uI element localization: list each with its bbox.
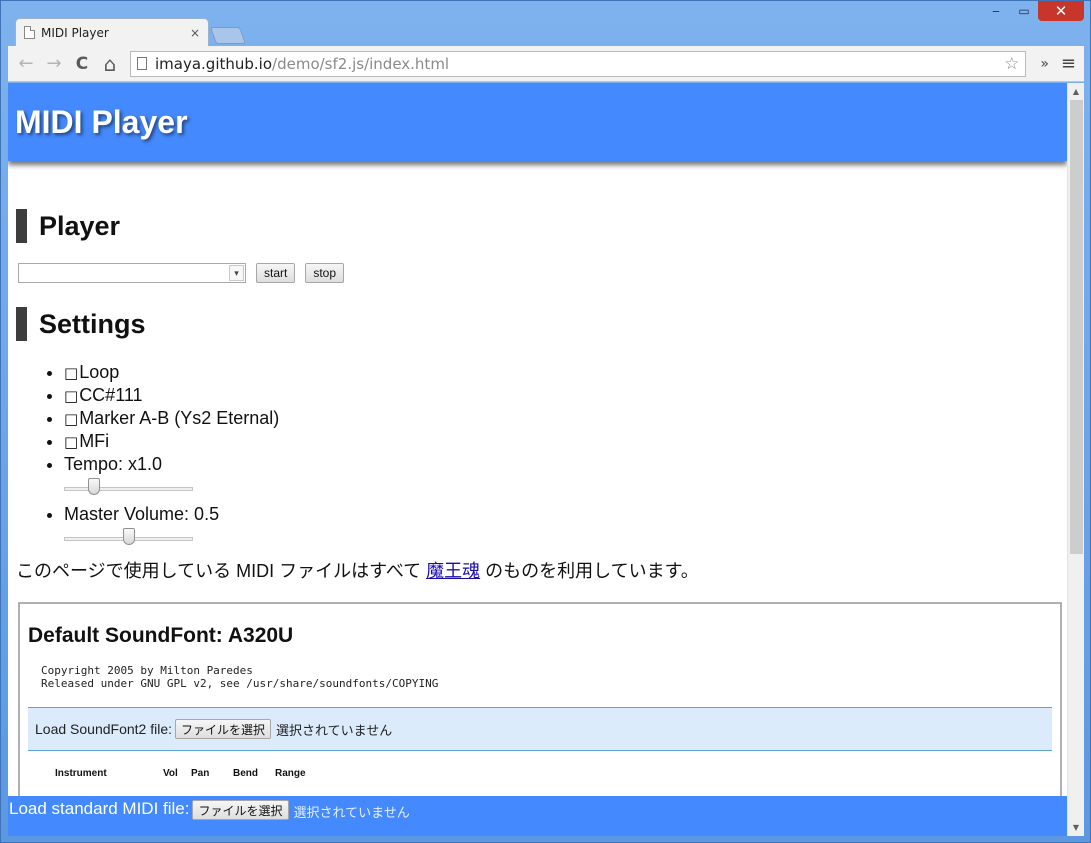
scroll-down-icon[interactable]: ▼ <box>1068 819 1084 836</box>
midi-load-bar: Load standard MIDI file: ファイルを選択 選択されていま… <box>8 796 1067 836</box>
close-window-button[interactable]: ✕ <box>1038 1 1084 21</box>
browser-toolbar: ← → C ⌂ imaya.github.io /demo/sf2.js/ind… <box>8 46 1084 82</box>
cc111-label: CC#111 <box>79 385 143 405</box>
cc111-checkbox[interactable]: □ <box>64 387 78 405</box>
maximize-button[interactable]: ▭ <box>1010 1 1038 21</box>
tab-title: MIDI Player <box>41 25 109 40</box>
browser-tab[interactable]: MIDI Player × <box>15 18 209 46</box>
url-host: imaya.github.io <box>155 54 273 73</box>
column-header: Vol <box>163 768 178 779</box>
stop-button[interactable]: stop <box>305 263 345 283</box>
midi-file-button[interactable]: ファイルを選択 <box>192 800 289 820</box>
copyright-line: Copyright 2005 by Milton Paredes <box>41 664 253 677</box>
volume-label: Master Volume: 0.5 <box>64 504 220 524</box>
scroll-up-icon[interactable]: ▲ <box>1068 83 1084 100</box>
url-path: /demo/sf2.js/index.html <box>272 54 450 73</box>
loop-label: Loop <box>79 362 120 382</box>
bookmark-star-icon[interactable]: ☆ <box>1004 54 1019 74</box>
slider-track <box>64 487 193 491</box>
soundfont-file-button[interactable]: ファイルを選択 <box>175 719 272 739</box>
usage-note: このページで使用している MIDI ファイルはすべて 魔王魂 のものを利用してい… <box>16 557 1059 583</box>
player-heading: Player <box>16 209 1059 243</box>
copyright-line: Released under GNU GPL v2, see /usr/shar… <box>41 677 439 690</box>
slider-thumb[interactable] <box>88 478 100 495</box>
back-icon[interactable]: ← <box>12 50 40 78</box>
extensions-overflow-icon[interactable]: » <box>1040 56 1049 72</box>
mfi-label: MFi <box>79 431 110 451</box>
tempo-slider[interactable] <box>64 475 194 503</box>
slider-thumb[interactable] <box>123 528 135 545</box>
scroll-thumb[interactable] <box>1070 100 1083 554</box>
soundfont-copyright: Copyright 2005 by Milton Paredes Released… <box>41 664 1052 690</box>
settings-list: □Loop □CC#111 □Marker A-B (Ys2 Eternal) … <box>16 361 1059 553</box>
soundfont-title: Default SoundFont: A320U <box>28 624 294 647</box>
settings-heading: Settings <box>16 307 1059 341</box>
forward-icon[interactable]: → <box>40 50 68 78</box>
setting-mfi: □MFi <box>64 430 1059 453</box>
tempo-label: Tempo: x1.0 <box>64 454 163 474</box>
column-header: Pan <box>191 768 210 779</box>
midi-file-status: 選択されていません <box>293 805 410 820</box>
column-header: Range <box>275 768 306 779</box>
volume-slider[interactable] <box>64 525 194 553</box>
start-button[interactable]: start <box>256 263 296 283</box>
browser-window: ‒ ▭ ✕ MIDI Player × ← → C ⌂ imaya.github… <box>0 0 1091 843</box>
reload-icon[interactable]: C <box>68 50 96 78</box>
soundfont-file-status: 選択されていません <box>276 722 393 738</box>
soundfont-panel: Default SoundFont: A320U Copyright 2005 … <box>18 602 1062 822</box>
chevron-down-icon: ▾ <box>229 265 244 281</box>
page-icon <box>24 26 35 39</box>
soundfont-load-row: Load SoundFont2 file: ファイルを選択 選択されていません <box>28 707 1052 751</box>
setting-loop: □Loop <box>64 361 1059 384</box>
setting-volume: Master Volume: 0.5 <box>64 503 1059 553</box>
setting-cc111: □CC#111 <box>64 384 1059 407</box>
column-header: Bend <box>233 768 258 779</box>
note-text: このページで使用している MIDI ファイルはすべて <box>16 561 427 581</box>
menu-icon[interactable]: ≡ <box>1061 53 1076 74</box>
minimize-button[interactable]: ‒ <box>982 1 1010 21</box>
app-header: MIDI Player <box>8 83 1067 161</box>
column-header: Instrument <box>55 768 107 779</box>
midi-load-label: Load standard MIDI file: <box>9 799 190 818</box>
setting-marker: □Marker A-B (Ys2 Eternal) <box>64 407 1059 430</box>
address-bar[interactable]: imaya.github.io /demo/sf2.js/index.html … <box>130 50 1027 77</box>
tab-close-icon[interactable]: × <box>190 26 200 40</box>
home-icon[interactable]: ⌂ <box>96 50 124 78</box>
page-viewport: MIDI Player Player ▾ start stop Settings… <box>8 83 1067 836</box>
maou-damashii-link[interactable]: 魔王魂 <box>426 561 480 581</box>
window-controls: ‒ ▭ ✕ <box>982 1 1084 21</box>
page-title: MIDI Player <box>15 103 188 140</box>
soundfont-load-label: Load SoundFont2 file: <box>35 721 172 737</box>
setting-tempo: Tempo: x1.0 <box>64 453 1059 503</box>
player-controls: ▾ start stop <box>18 263 1059 283</box>
marker-label: Marker A-B (Ys2 Eternal) <box>79 408 280 428</box>
mfi-checkbox[interactable]: □ <box>64 433 78 451</box>
instrument-table-header: Instrument Vol Pan Bend Range <box>28 768 1052 779</box>
marker-checkbox[interactable]: □ <box>64 410 78 428</box>
page-content: Player ▾ start stop Settings □Loop □CC#1… <box>8 209 1067 822</box>
loop-checkbox[interactable]: □ <box>64 364 78 382</box>
new-tab-button[interactable] <box>209 27 247 44</box>
vertical-scrollbar[interactable]: ▲ ▼ <box>1067 83 1084 836</box>
note-text-end: のものを利用しています。 <box>480 561 699 581</box>
page-icon <box>137 57 147 70</box>
song-select[interactable]: ▾ <box>18 263 246 283</box>
